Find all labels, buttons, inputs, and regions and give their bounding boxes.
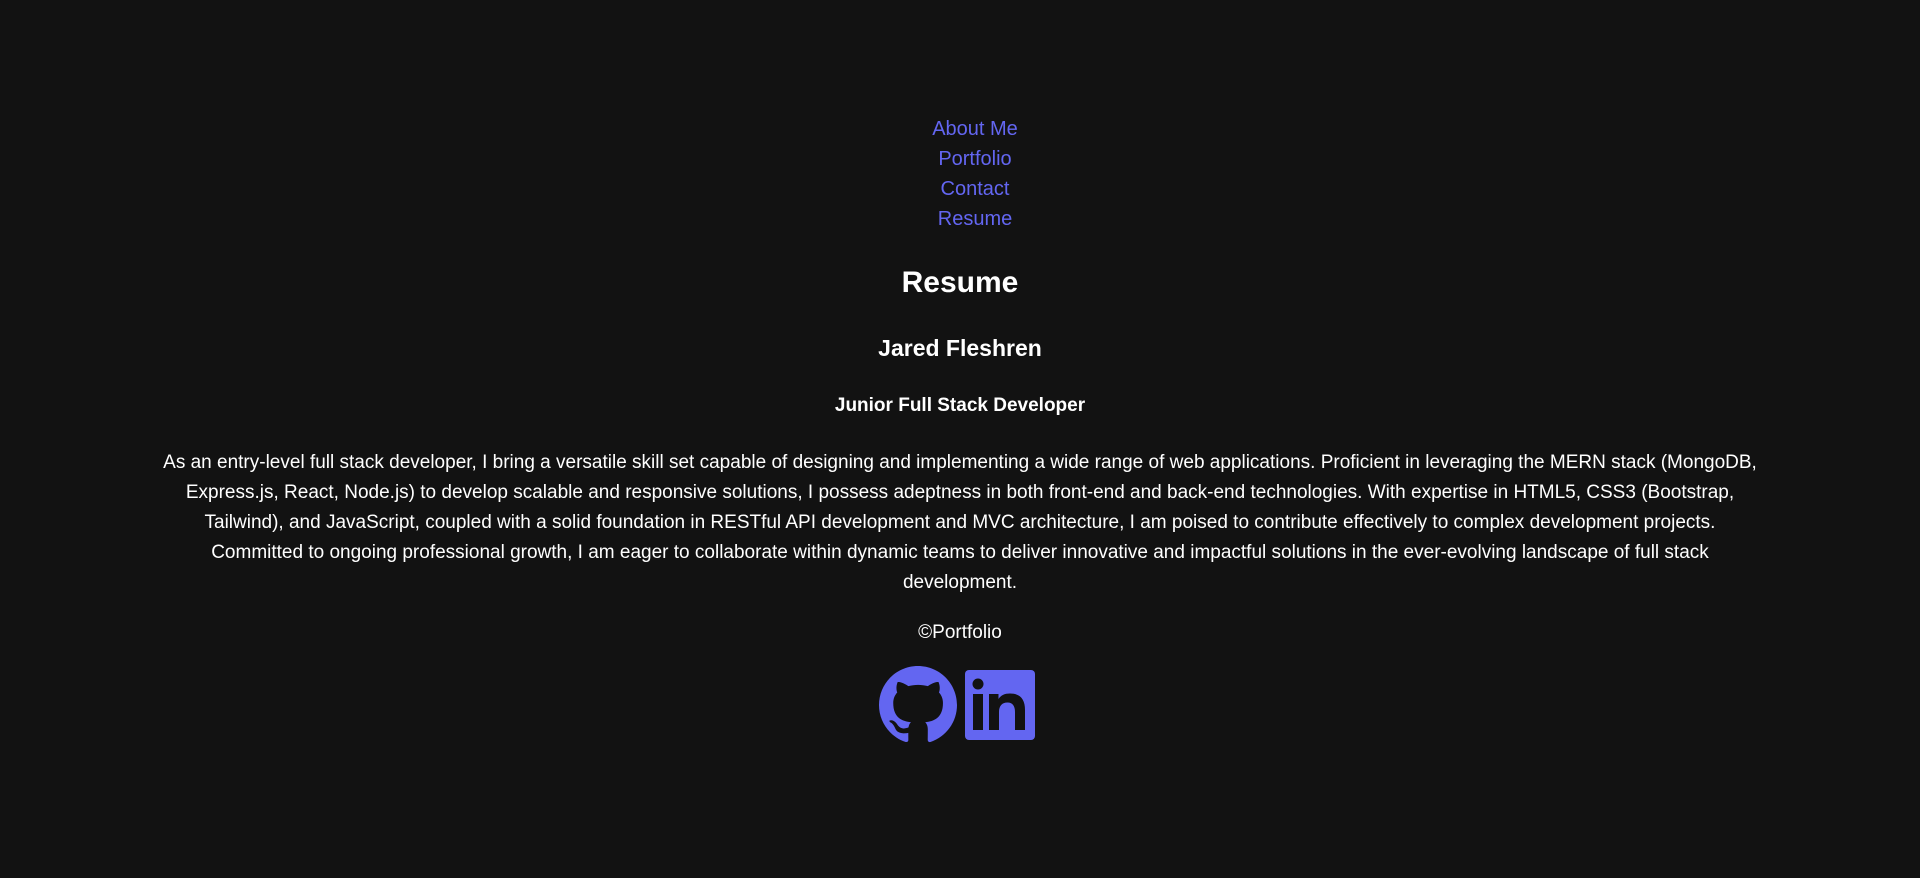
- nav-link-portfolio[interactable]: Portfolio: [938, 148, 1011, 170]
- resume-summary: As an entry-level full stack developer, …: [163, 452, 1757, 593]
- nav-item-about-me: About Me: [30, 114, 1920, 144]
- nav-link-about-me[interactable]: About Me: [932, 118, 1018, 140]
- copyright-text: ©Portfolio: [918, 622, 1002, 643]
- github-link[interactable]: [879, 666, 957, 744]
- job-title: Junior Full Stack Developer: [834, 395, 1086, 416]
- github-icon: [879, 666, 957, 743]
- nav-item-portfolio: Portfolio: [30, 144, 1920, 174]
- person-name: Jared Fleshren: [878, 335, 1042, 361]
- nav-link-resume[interactable]: Resume: [938, 208, 1012, 230]
- nav-list: About Me Portfolio Contact Resume: [0, 114, 1920, 234]
- main-nav: About Me Portfolio Contact Resume: [0, 114, 1920, 234]
- nav-link-contact[interactable]: Contact: [941, 178, 1010, 200]
- page: About Me Portfolio Contact Resume Resume…: [0, 0, 1920, 878]
- nav-item-resume: Resume: [30, 204, 1920, 234]
- social-links: [0, 666, 1920, 744]
- linkedin-icon: [965, 670, 1035, 740]
- nav-item-contact: Contact: [30, 174, 1920, 204]
- page-title: Resume: [901, 266, 1019, 299]
- linkedin-link[interactable]: [963, 666, 1041, 744]
